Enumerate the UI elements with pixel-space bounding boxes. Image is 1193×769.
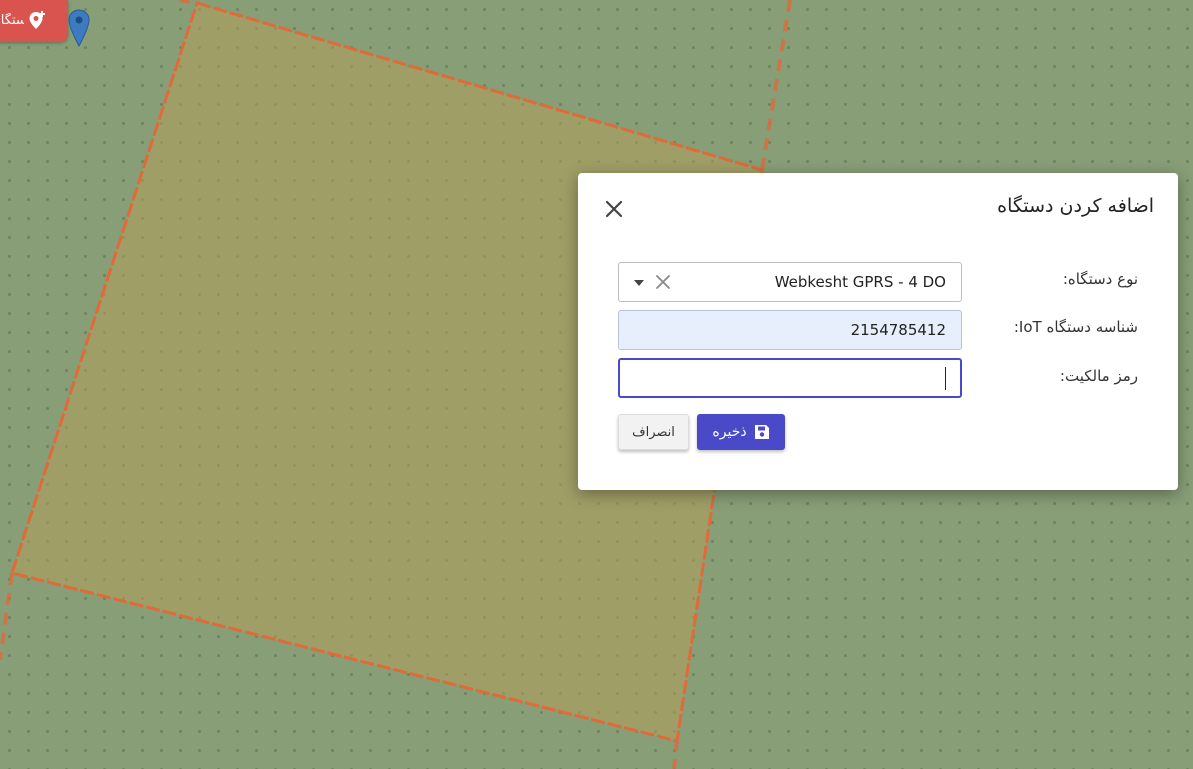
save-button-label: ذخیره — [712, 424, 747, 440]
clear-icon[interactable] — [655, 274, 671, 290]
ownership-password-label: رمز مالکیت: — [1059, 367, 1138, 385]
cancel-button[interactable]: انصراف — [618, 414, 689, 450]
map-marker-icon[interactable] — [67, 8, 91, 48]
neighbor-boundary-left — [0, 572, 14, 661]
device-type-label: نوع دستگاه: — [1062, 270, 1138, 288]
map-pin-plus-icon — [29, 11, 45, 29]
add-device-dialog: اضافه کردن دستگاه نوع دستگاه: Webkesht G… — [578, 173, 1178, 490]
neighbor-boundary-top — [760, 0, 792, 171]
device-type-select[interactable]: Webkesht GPRS - 4 DO — [618, 262, 962, 302]
text-caret — [944, 367, 946, 390]
save-icon — [754, 425, 769, 439]
iot-id-input[interactable]: 2154785412 — [618, 310, 962, 350]
ownership-password-input[interactable] — [618, 358, 962, 398]
add-device-chip-label: دستگاه — [0, 13, 24, 28]
device-type-value: Webkesht GPRS - 4 DO — [774, 273, 946, 291]
add-device-chip[interactable]: دستگاه — [0, 0, 68, 42]
close-icon[interactable] — [604, 199, 624, 219]
iot-id-label: شناسه دستگاه IoT: — [1013, 318, 1138, 336]
cancel-button-label: انصراف — [632, 424, 675, 440]
neighbor-boundary-bottom — [672, 740, 679, 769]
save-button[interactable]: ذخیره — [697, 414, 785, 450]
dropdown-arrow-icon[interactable] — [634, 280, 644, 286]
neighbor-boundary-topleft — [179, 0, 198, 5]
iot-id-value: 2154785412 — [850, 321, 946, 339]
dialog-title: اضافه کردن دستگاه — [997, 195, 1154, 217]
